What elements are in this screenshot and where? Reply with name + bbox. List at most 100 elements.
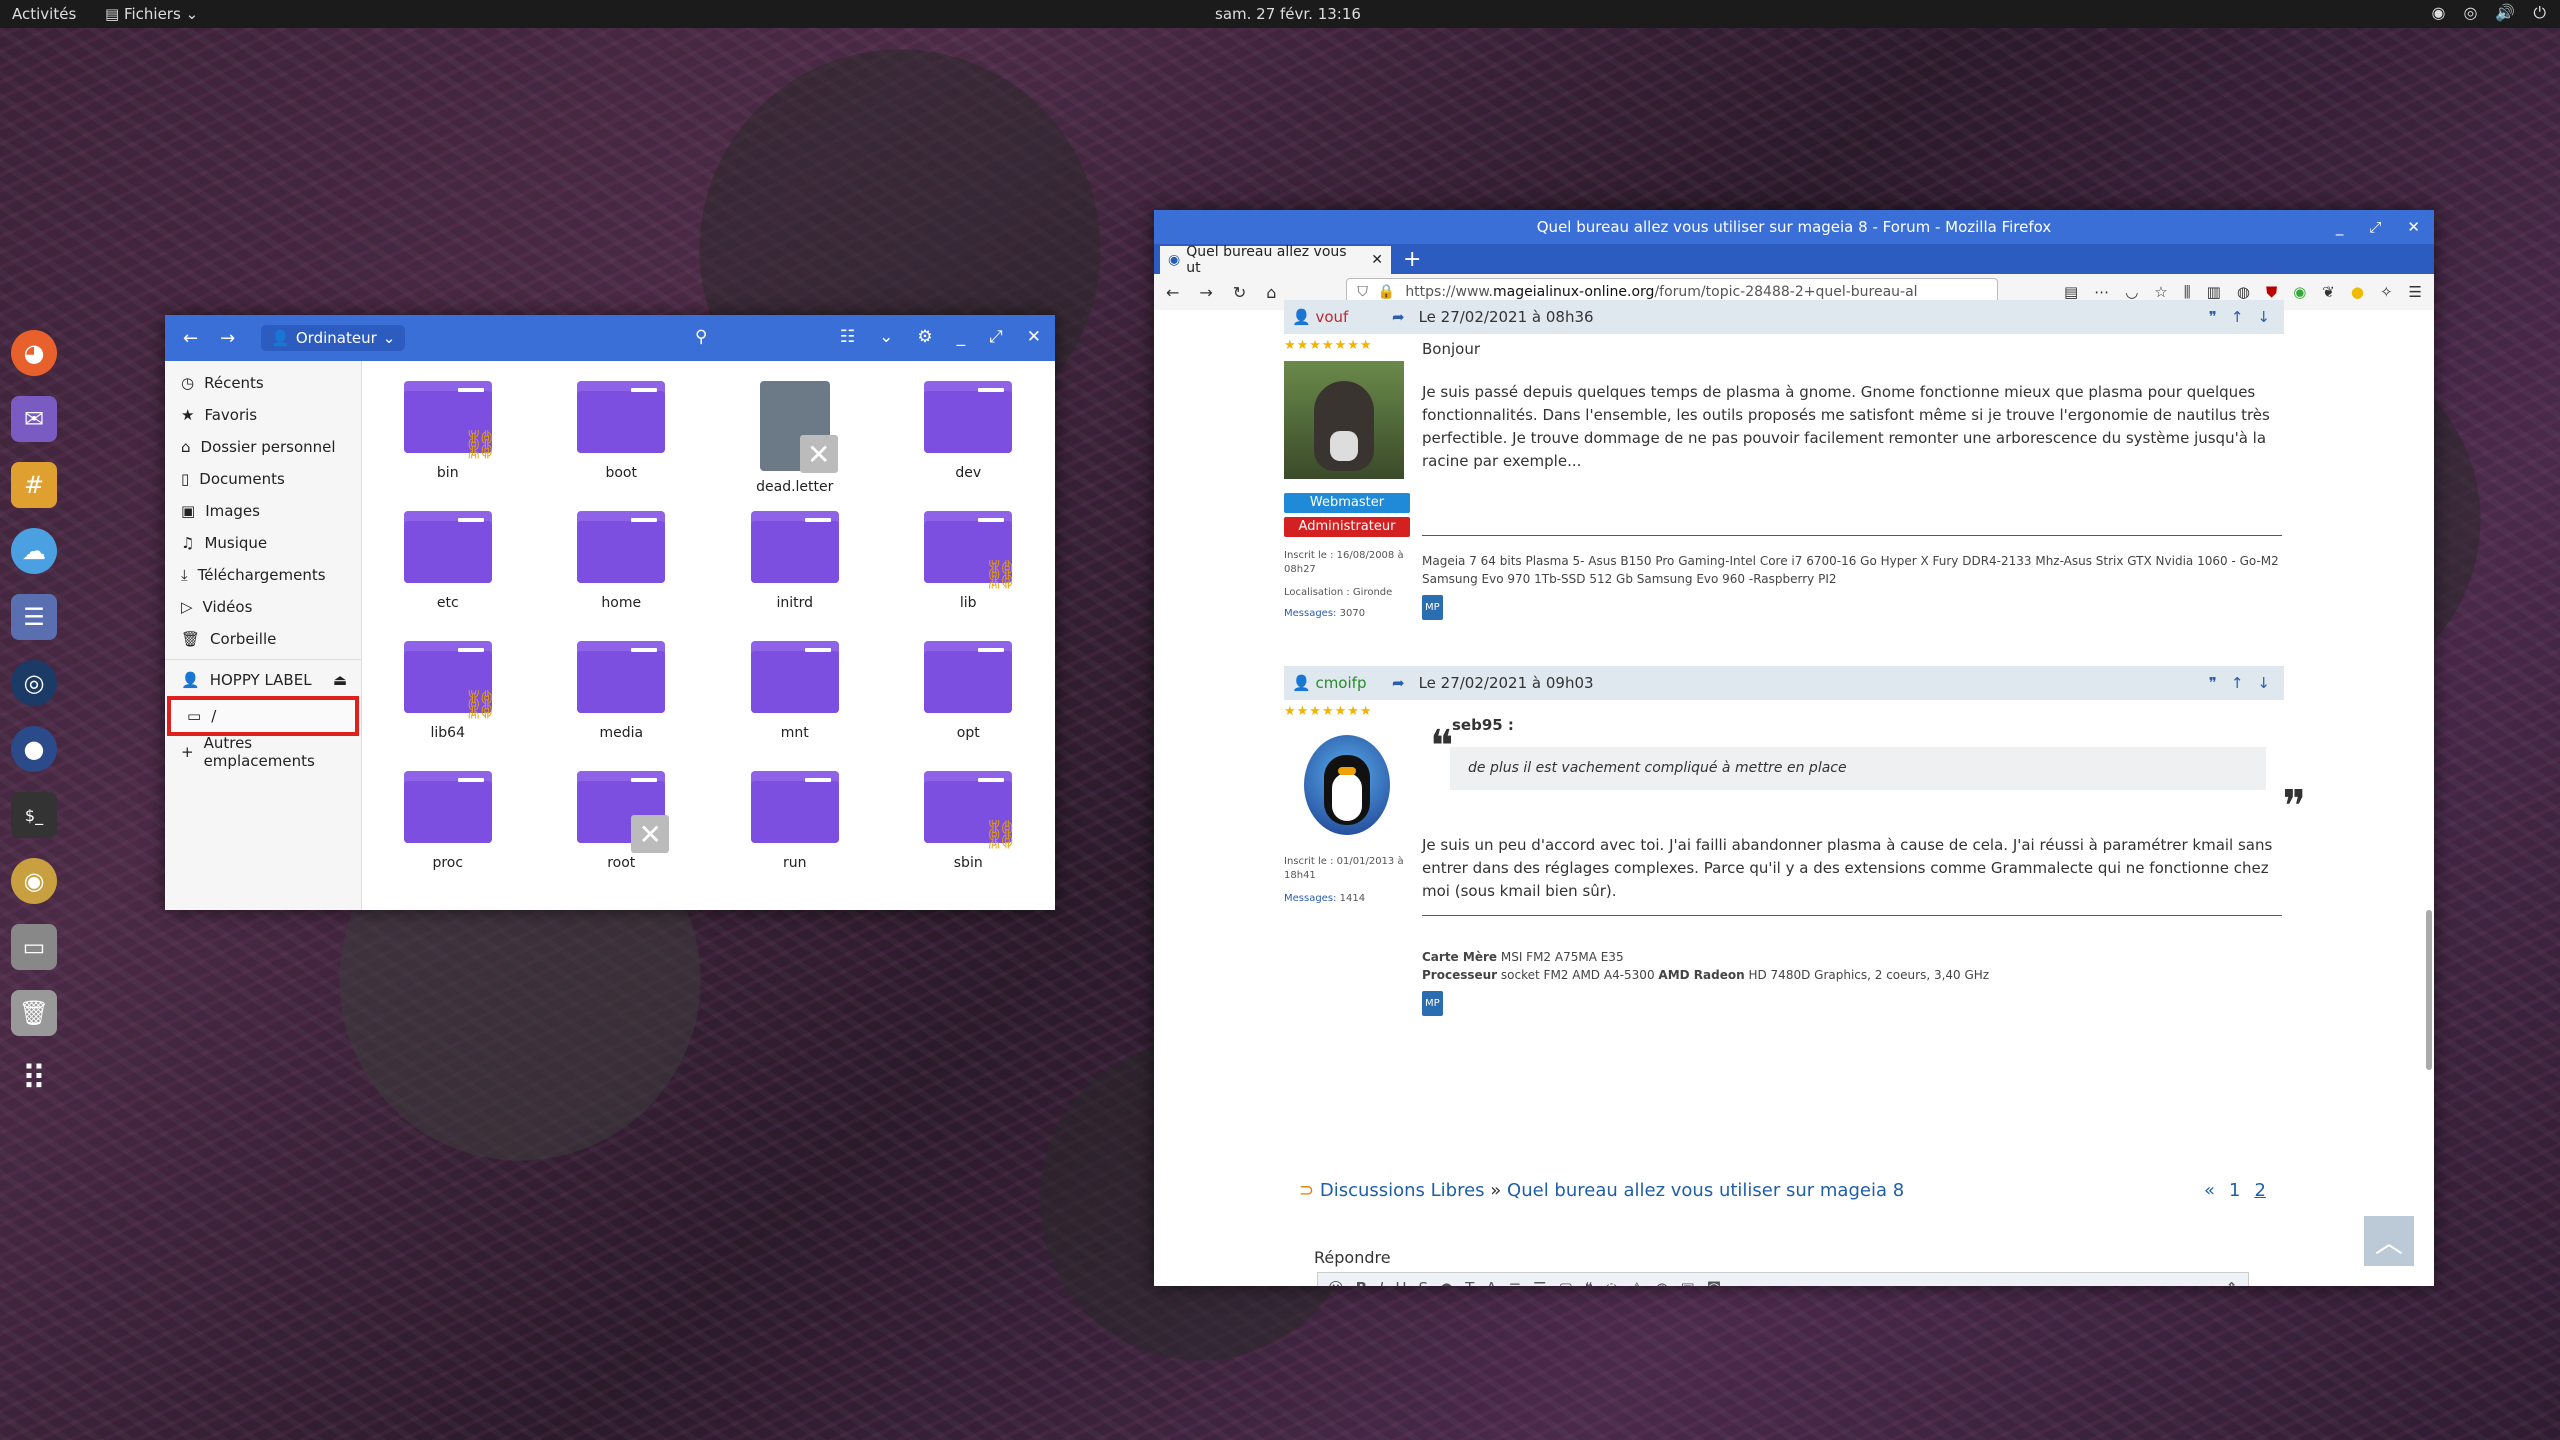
sidebar-item-trash[interactable]: 🗑 Corbeille: [165, 623, 361, 655]
bold-icon[interactable]: B: [1356, 1279, 1367, 1286]
breadcrumb-link[interactable]: Discussions Libres: [1320, 1180, 1485, 1201]
sidebar-item-other-locations[interactable]: + Autres emplacements: [165, 734, 361, 770]
forward-arrow-icon[interactable]: →: [1199, 283, 1212, 302]
file-item[interactable]: boot: [535, 381, 709, 511]
hexchat-icon[interactable]: #: [11, 462, 57, 508]
arrow-up-icon[interactable]: ↑: [2231, 308, 2244, 326]
reply-editor[interactable]: ☺ B I U S ● T A ≣ ☰ ▢ ❝ ◌ ⚠ ◍ ▣ ◙ ☁ ⇕: [1317, 1272, 2249, 1286]
warning-icon[interactable]: ⚠: [1630, 1279, 1643, 1286]
rhythmbox-icon[interactable]: ◉: [11, 858, 57, 904]
minimize-icon[interactable]: _: [2336, 210, 2344, 244]
file-item[interactable]: run: [708, 771, 882, 901]
hide-icon[interactable]: ◌: [1605, 1279, 1618, 1286]
sidebar-item-downloads[interactable]: ⤓ Téléchargements: [165, 559, 361, 591]
clock[interactable]: sam. 27 févr. 13:16: [1215, 5, 1361, 23]
strike-icon[interactable]: S: [1419, 1279, 1429, 1286]
back-arrow-icon[interactable]: ←: [183, 328, 198, 349]
file-item[interactable]: ⛓ bin: [361, 381, 535, 511]
volume-icon[interactable]: 🔊: [2495, 3, 2515, 23]
notes-icon[interactable]: ☰: [11, 594, 57, 640]
page-link[interactable]: 1: [2229, 1180, 2240, 1201]
system-tray[interactable]: ◉ ◎ 🔊 ⏻: [2431, 3, 2546, 23]
file-item[interactable]: ⛓ lib: [882, 511, 1056, 641]
home-icon[interactable]: ⌂: [1266, 283, 1276, 302]
steam-dock-icon[interactable]: ◎: [11, 660, 57, 706]
forward-arrow-icon[interactable]: →: [220, 328, 235, 349]
underline-icon[interactable]: U: [1396, 1279, 1407, 1286]
page-prev[interactable]: «: [2204, 1180, 2215, 1201]
file-item[interactable]: ✕ dead.letter: [708, 381, 882, 511]
sidebar-item-documents[interactable]: ▯ Documents: [165, 463, 361, 495]
ublock-icon[interactable]: ⛊: [2266, 283, 2277, 301]
page-link-current[interactable]: 2: [2254, 1180, 2265, 1201]
minimize-icon[interactable]: _: [957, 327, 966, 347]
file-item[interactable]: ⛓ lib64: [361, 641, 535, 771]
app-grid-icon[interactable]: ⠿: [11, 1056, 57, 1102]
quote-icon[interactable]: ❞: [2209, 674, 2217, 692]
power-icon[interactable]: ⏻: [2533, 3, 2546, 23]
mp-button[interactable]: MP: [1422, 991, 1443, 1016]
close-icon[interactable]: ✕: [1027, 327, 1041, 347]
file-item[interactable]: proc: [361, 771, 535, 901]
post-author[interactable]: 👤 cmoifp: [1292, 674, 1392, 692]
list-icon[interactable]: ☰: [1533, 1279, 1546, 1286]
user-messages[interactable]: Messages: 1414: [1284, 893, 1414, 904]
arrow-up-icon[interactable]: ↑: [2231, 674, 2244, 692]
breadcrumb-link[interactable]: Quel bureau allez vous utiliser sur mage…: [1507, 1180, 1904, 1201]
file-item[interactable]: home: [535, 511, 709, 641]
align-icon[interactable]: ≣: [1509, 1279, 1522, 1286]
mp-button[interactable]: MP: [1422, 595, 1443, 620]
extension-yellow-icon[interactable]: ●: [2351, 283, 2364, 301]
account-icon[interactable]: ◍: [2237, 283, 2250, 301]
library-icon[interactable]: ⫼: [2184, 283, 2191, 301]
close-icon[interactable]: ✕: [2407, 210, 2420, 244]
extension-leaf-icon[interactable]: ❦: [2322, 283, 2335, 301]
trash-icon[interactable]: 🗑: [11, 990, 57, 1036]
location-button[interactable]: 👤 Ordinateur ⌄: [261, 325, 406, 351]
tab-close-icon[interactable]: ✕: [1371, 252, 1383, 268]
steam-icon[interactable]: ◎: [2463, 3, 2477, 23]
post-author[interactable]: 👤 vouf: [1292, 308, 1392, 326]
globe-icon[interactable]: ◍: [1655, 1279, 1668, 1286]
sidebar-item-root[interactable]: ▭ /: [167, 696, 359, 736]
italic-icon[interactable]: I: [1379, 1279, 1383, 1286]
link-icon[interactable]: ➦: [1392, 308, 1405, 326]
camera-icon[interactable]: ◙: [1707, 1279, 1722, 1286]
scroll-top-button[interactable]: ︿: [2364, 1216, 2414, 1266]
app-menu[interactable]: ▤ Fichiers ⌄: [105, 5, 198, 23]
extension-puzzle-icon[interactable]: ✧: [2380, 283, 2393, 301]
file-item[interactable]: etc: [361, 511, 535, 641]
pocket-icon[interactable]: ◡: [2125, 283, 2138, 301]
maximize-icon[interactable]: ⤢: [2369, 210, 2381, 244]
shield-icon[interactable]: ⛉: [1357, 284, 1368, 300]
file-item[interactable]: media: [535, 641, 709, 771]
arrow-down-icon[interactable]: ↓: [2257, 308, 2270, 326]
tab-forum[interactable]: ◉ Quel bureau allez vous ut ✕: [1160, 244, 1391, 276]
file-item[interactable]: opt: [882, 641, 1056, 771]
lock-icon[interactable]: 🔒: [1378, 284, 1395, 300]
color-icon[interactable]: ●: [1440, 1279, 1453, 1286]
smiley-icon[interactable]: ☺: [1328, 1279, 1344, 1286]
scrollbar[interactable]: [2426, 910, 2432, 1070]
globe-icon[interactable]: ◉: [2431, 3, 2445, 23]
sidebar-item-videos[interactable]: ▷ Vidéos: [165, 591, 361, 623]
arrow-down-icon[interactable]: ↓: [2257, 674, 2270, 692]
upload-icon[interactable]: ☁: [1733, 1279, 1748, 1286]
file-item[interactable]: ✕ root: [535, 771, 709, 901]
font-size-icon[interactable]: T: [1465, 1279, 1474, 1286]
menu-icon[interactable]: ☰: [2409, 283, 2422, 301]
file-item[interactable]: ⛓ sbin: [882, 771, 1056, 901]
activities-button[interactable]: Activités: [12, 5, 76, 23]
sidebar-item-device[interactable]: 👤 HOPPY LABEL ⏏: [165, 664, 361, 696]
link-icon[interactable]: ➦: [1392, 674, 1405, 692]
user-messages[interactable]: Messages: 3070: [1284, 608, 1414, 619]
file-item[interactable]: initrd: [708, 511, 882, 641]
file-item[interactable]: mnt: [708, 641, 882, 771]
reload-icon[interactable]: ↻: [1233, 283, 1246, 302]
sidebar-item-music[interactable]: ♫ Musique: [165, 527, 361, 559]
eject-icon[interactable]: ⏏: [333, 671, 347, 689]
extension-green-icon[interactable]: ◉: [2293, 283, 2306, 301]
image-icon[interactable]: ▣: [1681, 1279, 1695, 1286]
sidebar-item-home[interactable]: ⌂ Dossier personnel: [165, 431, 361, 463]
weather-icon[interactable]: ☁: [11, 528, 57, 574]
